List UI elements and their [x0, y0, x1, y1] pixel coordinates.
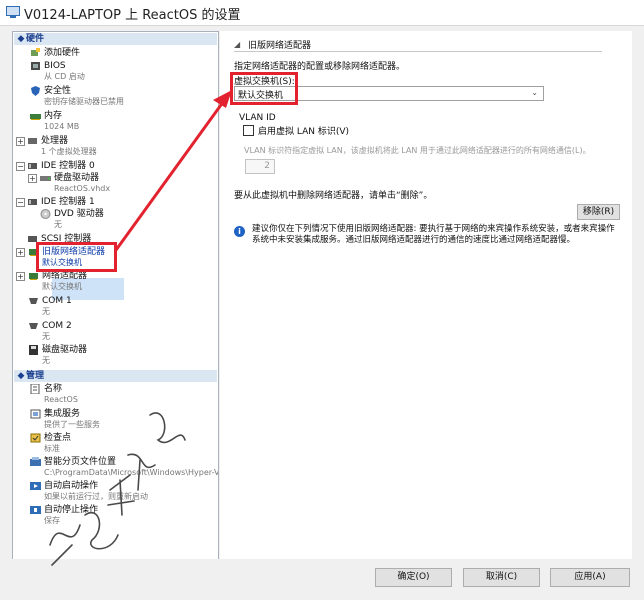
integration-services-icon	[30, 409, 41, 419]
remove-hint: 要从此虚拟机中删除网络适配器，请单击“删除”。	[234, 191, 433, 201]
vlan-id-input[interactable]: 2	[245, 159, 275, 174]
expand-icon[interactable]: +	[28, 174, 37, 183]
auto-start-icon	[30, 482, 41, 490]
com-port-icon	[29, 298, 38, 304]
panel-header: ◢ 旧版网络适配器	[234, 37, 602, 52]
expand-icon[interactable]: +	[16, 137, 25, 146]
network-adapter-icon	[29, 273, 38, 280]
tree-item-com1[interactable]: COM 1 无	[13, 295, 218, 317]
controller-icon	[28, 199, 37, 205]
tree-item-smart-paging[interactable]: 智能分页文件位置 C:\ProgramData\Microsoft\Window…	[13, 456, 218, 478]
tree-item-checkpoints[interactable]: 检查点 标准	[13, 432, 218, 454]
tree-item-hard-drive[interactable]: + 硬盘驱动器 ReactOS.vhdx	[13, 172, 218, 194]
tree-item-floppy-drive[interactable]: 磁盘驱动器 无	[13, 344, 218, 366]
tree-item-network-adapter[interactable]: + 网络适配器 默认交换机	[13, 270, 218, 292]
collapse-icon[interactable]: −	[16, 162, 25, 171]
annotation-box-tree	[36, 242, 117, 272]
title-bar: V0124-LAPTOP 上 ReactOS 的设置	[0, 0, 644, 26]
tree-item-processor[interactable]: + 处理器 1 个虚拟处理器	[13, 135, 218, 157]
dialog-button-bar: 确定(O) 取消(C) 应用(A)	[0, 559, 644, 600]
section-triangle-icon: ◢	[234, 40, 241, 49]
tree-item-integration-services[interactable]: 集成服务 提供了一些服务	[13, 408, 218, 430]
hard-drive-icon	[40, 176, 51, 181]
settings-tree[interactable]: ◆ 硬件 添加硬件 BIOS 从 CD 启动 安全性 密钥存储驱动器已禁用 内存 …	[12, 31, 219, 586]
com-port-icon	[29, 323, 38, 329]
vlan-description: VLAN 标识符指定虚拟 LAN，该虚拟机将此 LAN 用于通过此网络适配器进行…	[244, 146, 591, 155]
apply-button[interactable]: 应用(A)	[550, 568, 630, 587]
collapse-triangle-icon[interactable]: ◆	[16, 33, 26, 45]
settings-panel: ◢ 旧版网络适配器 指定网络适配器的配置或移除网络适配器。 虚拟交换机(S): …	[220, 31, 632, 559]
enable-vlan-label[interactable]: 启用虚拟 LAN 标识(V)	[258, 124, 349, 137]
info-icon: i	[234, 226, 245, 237]
collapse-icon[interactable]: −	[16, 198, 25, 207]
panel-description: 指定网络适配器的配置或移除网络适配器。	[234, 62, 406, 72]
expand-icon[interactable]: +	[16, 272, 25, 281]
paging-file-icon	[30, 457, 41, 466]
chip-icon	[31, 62, 40, 70]
checkpoint-icon	[30, 433, 41, 443]
info-text: 建议你仅在下列情况下使用旧版网络适配器: 要执行基于网络的来宾操作系统安装，或者…	[252, 224, 615, 245]
tree-item-memory[interactable]: 内存 1024 MB	[13, 110, 218, 132]
tree-item-auto-stop[interactable]: 自动停止操作 保存	[13, 504, 218, 526]
cancel-button[interactable]: 取消(C)	[463, 568, 540, 587]
floppy-icon	[29, 345, 38, 355]
annotation-box-switch	[230, 72, 298, 105]
memory-icon	[30, 114, 41, 120]
dvd-icon	[40, 209, 51, 219]
hyper-v-app-icon	[6, 6, 20, 18]
tree-item-name[interactable]: 名称 ReactOS	[13, 383, 218, 405]
vlan-title: VLAN ID	[239, 113, 276, 123]
expand-icon[interactable]: +	[16, 248, 25, 257]
tree-item-com2[interactable]: COM 2 无	[13, 320, 218, 342]
tree-item-security[interactable]: 安全性 密钥存储驱动器已禁用	[13, 85, 218, 107]
ok-button[interactable]: 确定(O)	[375, 568, 452, 587]
tree-item-dvd-drive[interactable]: DVD 驱动器 无	[13, 208, 218, 230]
remove-button[interactable]: 移除(R)	[577, 204, 620, 220]
hardware-section-header[interactable]: ◆ 硬件	[14, 33, 217, 45]
window-title: V0124-LAPTOP 上 ReactOS 的设置	[24, 8, 241, 23]
add-hardware-icon	[31, 48, 40, 56]
tree-item-bios[interactable]: BIOS 从 CD 启动	[13, 60, 218, 82]
chevron-down-icon: ⌄	[531, 88, 538, 97]
name-icon	[30, 384, 40, 394]
vlan-group: VLAN ID 启用虚拟 LAN 标识(V) VLAN 标识符指定虚拟 LAN，…	[234, 113, 602, 179]
controller-icon	[28, 163, 37, 169]
collapse-triangle-icon[interactable]: ◆	[16, 370, 26, 382]
tree-item-auto-start[interactable]: 自动启动操作 如果以前运行过，则重新启动	[13, 480, 218, 502]
management-section-header[interactable]: ◆ 管理	[14, 370, 217, 382]
processor-icon	[28, 138, 37, 144]
enable-vlan-checkbox[interactable]	[243, 125, 254, 136]
auto-stop-icon	[30, 506, 41, 514]
shield-icon	[31, 86, 40, 96]
